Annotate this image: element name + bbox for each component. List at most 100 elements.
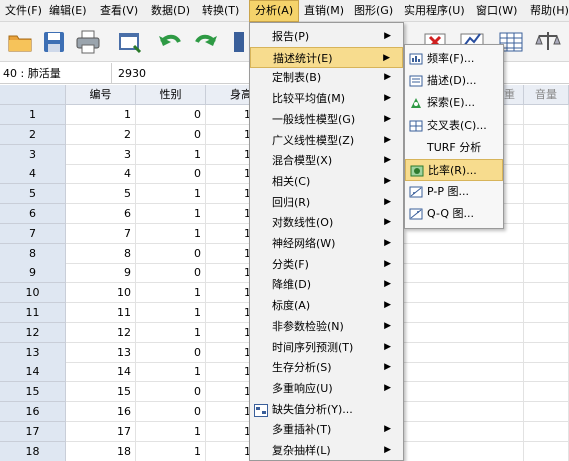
cell-weight[interactable] — [404, 382, 524, 403]
cell-volume[interactable] — [524, 362, 569, 383]
cell-volume[interactable] — [524, 303, 569, 323]
row-header[interactable]: 11 — [0, 303, 66, 323]
cell-weight[interactable] — [404, 263, 524, 284]
row-header[interactable]: 17 — [0, 421, 66, 442]
cell-id[interactable]: 12 — [66, 322, 136, 343]
analyze-menu-item[interactable]: 广义线性模型(Z) ▶ — [250, 130, 403, 152]
menu-help[interactable]: 帮助(H) — [525, 0, 569, 22]
menu-direct-marketing[interactable]: 直销(M) — [299, 0, 349, 22]
cell-weight[interactable] — [404, 362, 524, 383]
cell-id[interactable]: 17 — [66, 421, 136, 442]
analyze-menu-item[interactable]: 生存分析(S) ▶ — [250, 357, 403, 379]
cell-volume[interactable] — [524, 243, 569, 264]
cell-volume[interactable] — [524, 124, 569, 145]
row-header[interactable]: 18 — [0, 441, 66, 461]
cell-volume[interactable] — [524, 441, 569, 461]
cell-volume[interactable] — [524, 144, 569, 165]
analyze-menu-item[interactable]: 复杂抽样(L) ▶ — [250, 440, 403, 461]
cell-id[interactable]: 2 — [66, 124, 136, 145]
analyze-menu-item[interactable]: 缺失值分析(Y)... — [250, 399, 403, 421]
cell-sex[interactable]: 0 — [136, 402, 206, 422]
cell-volume[interactable] — [524, 204, 569, 224]
row-header[interactable]: 12 — [0, 322, 66, 343]
cell-sex[interactable]: 1 — [136, 421, 206, 442]
cell-sex[interactable]: 1 — [136, 204, 206, 224]
descriptive-menu-item[interactable]: TURF 分析 — [405, 137, 503, 159]
menu-view[interactable]: 查看(V) — [95, 0, 146, 22]
descriptive-menu-item[interactable]: 交叉表(C)... — [405, 115, 503, 137]
cell-id[interactable]: 14 — [66, 362, 136, 383]
analyze-menu-item[interactable]: 描述统计(E) ▶ — [250, 46, 403, 69]
analyze-menu-item[interactable]: 报告(P) ▶ — [250, 26, 403, 48]
cell-weight[interactable] — [404, 402, 524, 422]
cell-sex[interactable]: 1 — [136, 144, 206, 165]
cell-sex[interactable]: 1 — [136, 441, 206, 461]
column-header-volume[interactable]: 音量 — [524, 85, 569, 105]
redo-icon[interactable] — [192, 28, 220, 56]
cell-volume[interactable] — [524, 105, 569, 125]
cell-sex[interactable]: 1 — [136, 362, 206, 383]
row-header[interactable]: 8 — [0, 243, 66, 264]
analyze-menu-item[interactable]: 分类(F) ▶ — [250, 254, 403, 276]
cell-volume[interactable] — [524, 283, 569, 304]
cell-id[interactable]: 7 — [66, 223, 136, 244]
cell-volume[interactable] — [524, 342, 569, 363]
analyze-menu-item[interactable]: 降维(D) ▶ — [250, 274, 403, 296]
analyze-menu-item[interactable]: 对数线性(O) ▶ — [250, 212, 403, 234]
analyze-menu-item[interactable]: 非参数检验(N) ▶ — [250, 316, 403, 338]
cell-id[interactable]: 15 — [66, 382, 136, 403]
descriptive-menu-item[interactable]: 探索(E)... — [405, 92, 503, 114]
row-header[interactable]: 9 — [0, 263, 66, 284]
menu-edit[interactable]: 编辑(E) — [44, 0, 95, 22]
row-header[interactable]: 5 — [0, 184, 66, 205]
row-header[interactable]: 15 — [0, 382, 66, 403]
cell-sex[interactable]: 1 — [136, 322, 206, 343]
cell-volume[interactable] — [524, 421, 569, 442]
cell-sex[interactable]: 1 — [136, 223, 206, 244]
corner-header[interactable] — [0, 85, 66, 105]
menu-graphs[interactable]: 图形(G) — [349, 0, 399, 22]
cell-weight[interactable] — [404, 441, 524, 461]
print-icon[interactable] — [74, 28, 102, 56]
cell-id[interactable]: 8 — [66, 243, 136, 264]
cell-sex[interactable]: 0 — [136, 105, 206, 125]
descriptive-menu-item[interactable]: 频率(F)... — [405, 48, 503, 70]
row-header[interactable]: 4 — [0, 164, 66, 185]
column-header-sex[interactable]: 性别 — [136, 85, 206, 105]
analyze-menu-item[interactable]: 混合模型(X) ▶ — [250, 150, 403, 172]
cell-volume[interactable] — [524, 223, 569, 244]
row-header[interactable]: 14 — [0, 362, 66, 383]
cell-sex[interactable]: 0 — [136, 263, 206, 284]
cell-id[interactable]: 1 — [66, 105, 136, 125]
menu-data[interactable]: 数据(D) — [146, 0, 197, 22]
cell-id[interactable]: 18 — [66, 441, 136, 461]
menu-file[interactable]: 文件(F) — [0, 0, 44, 22]
cell-value-field[interactable]: 2930 — [118, 63, 146, 84]
undo-icon[interactable] — [156, 28, 184, 56]
cell-volume[interactable] — [524, 184, 569, 205]
cell-volume[interactable] — [524, 164, 569, 185]
analyze-menu-item[interactable]: 神经网络(W) ▶ — [250, 233, 403, 255]
cell-sex[interactable]: 1 — [136, 283, 206, 304]
goto-case-icon[interactable] — [230, 28, 244, 56]
row-header[interactable]: 1 — [0, 105, 66, 125]
analyze-menu-item[interactable]: 时间序列预测(T) ▶ — [250, 337, 403, 359]
analyze-menu-item[interactable]: 定制表(B) ▶ — [250, 67, 403, 89]
row-header[interactable]: 6 — [0, 204, 66, 224]
analyze-menu-item[interactable]: 一般线性模型(G) ▶ — [250, 109, 403, 131]
row-header[interactable]: 2 — [0, 124, 66, 145]
cell-id[interactable]: 3 — [66, 144, 136, 165]
cell-sex[interactable]: 0 — [136, 243, 206, 264]
cell-sex[interactable]: 0 — [136, 164, 206, 185]
cell-weight[interactable] — [404, 421, 524, 442]
row-header[interactable]: 7 — [0, 223, 66, 244]
dialog-recall-icon[interactable] — [116, 28, 144, 56]
cell-id[interactable]: 10 — [66, 283, 136, 304]
analyze-menu-item[interactable]: 标度(A) ▶ — [250, 295, 403, 317]
cell-volume[interactable] — [524, 322, 569, 343]
analyze-menu-item[interactable]: 回归(R) ▶ — [250, 192, 403, 214]
menu-utilities[interactable]: 实用程序(U) — [399, 0, 471, 22]
menu-analyze[interactable]: 分析(A) — [249, 0, 299, 22]
descriptive-menu-item[interactable]: 描述(D)... — [405, 70, 503, 92]
save-icon[interactable] — [40, 28, 68, 56]
